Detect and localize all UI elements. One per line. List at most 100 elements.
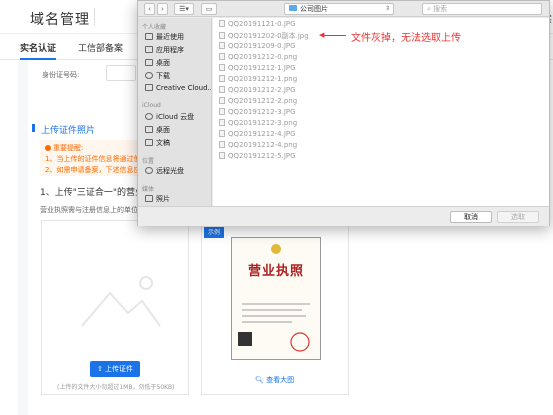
file-name: QQ20191212-3.png	[228, 119, 298, 127]
dialog-toolbar: ‹ › ☰▾ ▭ 公司图片 ⇕ ⌕ 搜索	[138, 1, 549, 17]
annotation-arrow	[322, 35, 346, 36]
file-icon	[219, 97, 225, 104]
view-large-link[interactable]: 🔍︎ 查看大图	[255, 375, 294, 385]
sidebar-item-icloud-drive[interactable]: iCloud 云盘	[145, 112, 211, 122]
annotation-text: 文件灰掉，无法选取上传	[351, 33, 461, 44]
sidebar-item-label: iCloud 云盘	[156, 113, 195, 121]
file-open-dialog: ‹ › ☰▾ ▭ 公司图片 ⇕ ⌕ 搜索 个人收藏 最近使用 应用程序 桌面 下…	[137, 0, 550, 226]
file-name: QQ20191212-0.png	[228, 53, 298, 61]
upload-tip: (上传的文件大小勿超过1MB，勿低于50KB)	[57, 384, 175, 391]
folder-icon: ▭	[205, 5, 213, 13]
id-number-label: 身份证号码:	[42, 71, 80, 79]
section-title: 上传证件照片	[41, 126, 96, 136]
desktop-icon	[145, 59, 153, 66]
forward-button[interactable]: ›	[157, 3, 168, 15]
file-icon	[219, 130, 225, 137]
sidebar-item-icloud-desktop[interactable]: 桌面	[145, 125, 211, 135]
desktop-icon	[145, 126, 153, 133]
document-icon	[145, 139, 153, 146]
chevron-right-icon: ›	[161, 5, 164, 13]
tab-miit-filing[interactable]: 工信部备案	[78, 41, 123, 54]
sidebar-item-label: Creative Cloud...	[156, 84, 211, 92]
upload-button-label: 上传证件	[105, 365, 134, 373]
downloads-icon	[145, 72, 153, 79]
business-license-illustration	[238, 244, 310, 352]
license-title: 营业执照	[247, 264, 304, 279]
dialog-footer: 取消 选取	[138, 206, 549, 226]
file-item-disabled: QQ20191212-1.JPG	[219, 64, 296, 72]
file-name: QQ20191212-5.JPG	[228, 152, 296, 160]
id-number-input[interactable]	[106, 65, 136, 81]
sidebar-item-creative-cloud[interactable]: Creative Cloud...	[145, 84, 211, 92]
section-marker	[32, 124, 35, 132]
location-label: 公司图片	[300, 5, 328, 13]
sidebar-item-label: 下载	[156, 72, 170, 80]
file-name: QQ20191212-1.JPG	[228, 64, 296, 72]
cloud-icon	[145, 113, 153, 120]
new-folder-button[interactable]: ▭	[201, 3, 217, 15]
file-icon	[219, 119, 225, 126]
sidebar-item-documents[interactable]: 文稿	[145, 138, 211, 148]
file-name: QQ20191212-4.png	[228, 141, 298, 149]
file-item-disabled: QQ20191212-4.JPG	[219, 130, 296, 138]
view-large-label: 查看大图	[266, 376, 295, 384]
file-item-disabled: QQ20191212-3.png	[219, 119, 297, 127]
file-item-disabled: QQ20191212-2.png	[219, 97, 297, 105]
warning-icon	[45, 145, 51, 151]
search-icon: 🔍︎	[255, 376, 267, 384]
back-button[interactable]: ‹	[144, 3, 155, 15]
step-title: 1、上传"三证合一"的营业执照	[40, 188, 140, 198]
file-icon	[219, 42, 225, 49]
search-placeholder: 搜索	[433, 5, 448, 13]
search-input[interactable]: ⌕ 搜索	[422, 3, 542, 15]
upload-icon: ⇧	[96, 365, 106, 373]
location-popup[interactable]: 公司图片 ⇕	[284, 3, 394, 15]
example-tag: 示例	[204, 227, 224, 238]
file-item-disabled: QQ20191202-0副本.jpg	[219, 31, 309, 41]
file-name: QQ20191212-4.JPG	[228, 130, 296, 138]
file-name: QQ20191209-0.JPG	[228, 42, 296, 50]
sidebar-item-label: 最近使用	[156, 33, 184, 41]
notice-line: 2、如需申请备案，下述信息应与	[45, 166, 137, 174]
folder-icon	[289, 5, 297, 11]
file-item-disabled: QQ20191121-0.JPG	[219, 20, 296, 28]
tab-real-name[interactable]: 实名认证	[20, 41, 56, 54]
sidebar-item-recents[interactable]: 最近使用	[145, 32, 211, 42]
file-item-disabled: QQ20191212-0.png	[219, 53, 297, 61]
chevron-left-icon: ‹	[148, 5, 151, 13]
file-icon	[219, 86, 225, 93]
sidebar-item-label: 远程光盘	[156, 167, 184, 175]
file-icon	[219, 20, 225, 27]
applications-icon	[145, 46, 153, 53]
sidebar-item-remote-disc[interactable]: 远程光盘	[145, 166, 211, 176]
folder-icon	[145, 84, 153, 91]
file-name: QQ20191212-1.png	[228, 75, 298, 83]
select-button[interactable]: 选取	[497, 211, 539, 223]
image-placeholder-icon	[81, 276, 161, 327]
notice-title: 重要提醒:	[45, 143, 83, 153]
file-item-disabled: QQ20191209-0.JPG	[219, 42, 296, 50]
file-icon	[219, 75, 225, 82]
file-item-disabled: QQ20191212-4.png	[219, 141, 297, 149]
notice-line: 1、当上传的证件信息将通过使用	[45, 155, 137, 163]
icloud-header: iCloud	[142, 102, 161, 109]
file-item-disabled: QQ20191212-5.JPG	[219, 152, 296, 160]
sidebar-item-label: 桌面	[156, 126, 170, 134]
file-item-disabled: QQ20191212-3.JPG	[219, 108, 296, 116]
step-description: 营业执照需与注册信息上的单位名称	[40, 206, 140, 214]
file-name: QQ20191212-2.JPG	[228, 86, 296, 94]
sidebar-item-label: 文稿	[156, 139, 170, 147]
sidebar-item-desktop[interactable]: 桌面	[145, 58, 211, 68]
sidebar-item-downloads[interactable]: 下载	[145, 71, 211, 81]
cancel-button[interactable]: 取消	[450, 211, 492, 223]
file-name: QQ20191212-2.png	[228, 97, 298, 105]
arrow-left-icon: ◀	[319, 31, 325, 39]
sidebar-item-label: 桌面	[156, 59, 170, 67]
license-example-image: 营业执照	[231, 237, 321, 360]
upload-document-button[interactable]: ⇧ 上传证件	[90, 361, 140, 377]
notice-title-text: 重要提醒:	[53, 144, 84, 152]
sidebar-item-photos[interactable]: 照片	[145, 194, 211, 204]
sidebar-item-applications[interactable]: 应用程序	[145, 45, 211, 55]
file-icon	[219, 64, 225, 71]
view-mode-button[interactable]: ☰▾	[174, 3, 194, 15]
